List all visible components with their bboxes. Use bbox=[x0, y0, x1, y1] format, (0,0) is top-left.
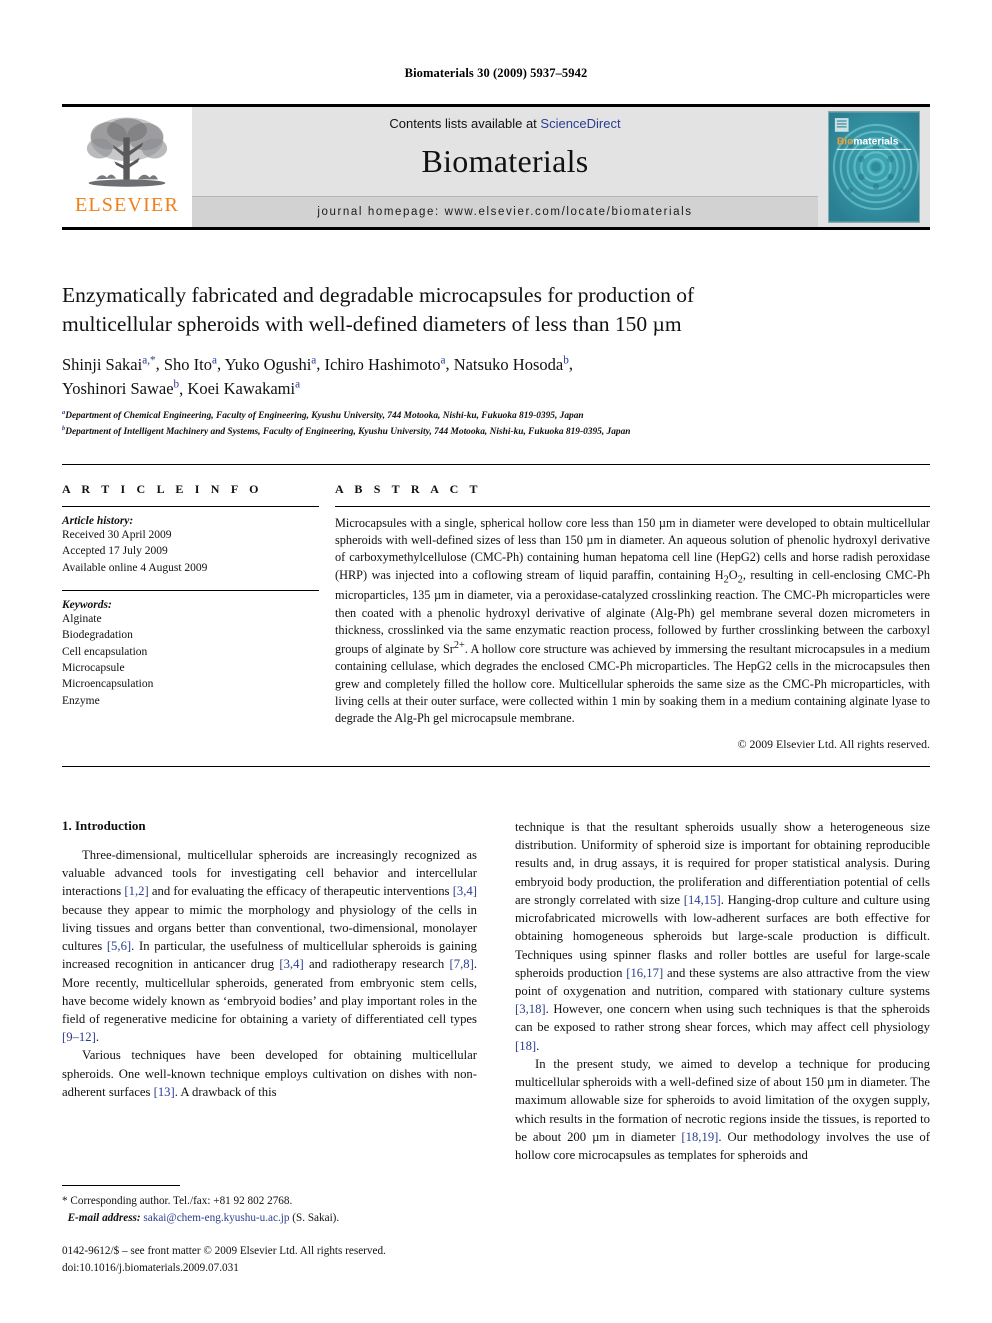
info-abstract-panel: A R T I C L E I N F O Article history: R… bbox=[62, 464, 930, 768]
elsevier-logo: ELSEVIER bbox=[62, 107, 192, 227]
footer-frontmatter: 0142-9612/$ – see front matter © 2009 El… bbox=[62, 1245, 386, 1257]
keyword-item: Microencapsulation bbox=[62, 678, 154, 691]
citation-7-8[interactable]: [7,8] bbox=[450, 957, 474, 971]
body-column-right: technique is that the resultant spheroid… bbox=[515, 818, 930, 1164]
footnote-corresponding-line: * Corresponding author. Tel./fax: +81 92… bbox=[62, 1195, 293, 1207]
citation-9-12[interactable]: [9–12] bbox=[62, 1030, 96, 1044]
article-history-received: Received 30 April 2009 bbox=[62, 529, 172, 541]
section-title-introduction: 1. Introduction bbox=[62, 818, 146, 833]
intro-paragraph-3: technique is that the resultant spheroid… bbox=[515, 820, 930, 1053]
paper-title: Enzymatically fabricated and degradable … bbox=[62, 281, 930, 338]
footnote-email-label: E-mail address: bbox=[67, 1211, 141, 1224]
intro-paragraph-2: Various techniques have been developed f… bbox=[62, 1048, 477, 1099]
contents-prefix: Contents lists available at bbox=[389, 116, 541, 131]
article-history-online: Available online 4 August 2009 bbox=[62, 561, 208, 574]
sciencedirect-link[interactable]: ScienceDirect bbox=[540, 116, 620, 131]
affiliations: aDepartment of Chemical Engineering, Fac… bbox=[62, 408, 930, 440]
body-columns: 1. Introduction Three-dimensional, multi… bbox=[62, 818, 930, 1164]
footnote-email-suffix: (S. Sakai). bbox=[292, 1211, 340, 1224]
citation-5-6[interactable]: [5,6] bbox=[107, 939, 131, 953]
title-block: Enzymatically fabricated and degradable … bbox=[62, 281, 930, 440]
author-list: Shinji Sakaia,*, Sho Itoa, Yuko Ogushia,… bbox=[62, 354, 573, 399]
citation-3-4[interactable]: [3,4] bbox=[279, 957, 303, 971]
abstract-column: A B S T R A C T Microcapsules with a sin… bbox=[335, 482, 930, 752]
intro-paragraph-1: Three-dimensional, multicellular spheroi… bbox=[62, 848, 477, 1045]
journal-homepage-bar[interactable]: journal homepage: www.elsevier.com/locat… bbox=[192, 196, 818, 227]
paper-title-line1: Enzymatically fabricated and degradable … bbox=[62, 283, 695, 307]
contents-available-line: Contents lists available at ScienceDirec… bbox=[389, 116, 620, 131]
footnote-email-link[interactable]: sakai@chem-eng.kyushu-u.ac.jp bbox=[143, 1212, 289, 1224]
abstract-heading: A B S T R A C T bbox=[335, 482, 482, 496]
abstract-text: Microcapsules with a single, spherical h… bbox=[335, 516, 931, 725]
footnote-divider bbox=[62, 1185, 180, 1186]
affiliation-b-text: Department of Intelligent Machinery and … bbox=[65, 426, 631, 437]
article-history-label: Article history: bbox=[62, 515, 134, 527]
citation-18-19[interactable]: [18,19] bbox=[681, 1130, 718, 1144]
abstract-copyright: © 2009 Elsevier Ltd. All rights reserved… bbox=[737, 737, 930, 752]
keywords-label: Keywords: bbox=[62, 598, 112, 611]
keyword-item: Alginate bbox=[62, 612, 102, 625]
citation-18[interactable]: [18] bbox=[515, 1039, 536, 1053]
page-footer: 0142-9612/$ – see front matter © 2009 El… bbox=[62, 1243, 930, 1277]
citation-1-2[interactable]: [1,2] bbox=[124, 884, 148, 898]
keyword-item: Cell encapsulation bbox=[62, 645, 148, 658]
svg-text:Biomaterials: Biomaterials bbox=[837, 137, 899, 148]
author-ichiro-hashimoto[interactable]: Ichiro Hashimotoa bbox=[325, 354, 446, 374]
article-info-heading: A R T I C L E I N F O bbox=[62, 482, 263, 496]
footer-doi[interactable]: doi:10.1016/j.biomaterials.2009.07.031 bbox=[62, 1260, 930, 1277]
article-page: Biomaterials 30 (2009) 5937–5942 ELSEVIE… bbox=[0, 0, 992, 1323]
affiliation-a: aDepartment of Chemical Engineering, Fac… bbox=[62, 408, 930, 424]
body-column-left: 1. Introduction Three-dimensional, multi… bbox=[62, 818, 477, 1164]
affiliation-b: bDepartment of Intelligent Machinery and… bbox=[62, 424, 930, 440]
journal-cover-image: Biomaterials bbox=[828, 111, 920, 223]
keywords-rule bbox=[62, 589, 319, 591]
journal-title: Biomaterials bbox=[421, 143, 589, 179]
running-head: Biomaterials 30 (2009) 5937–5942 bbox=[404, 66, 588, 80]
citation-16-17[interactable]: [16,17] bbox=[626, 966, 663, 980]
keyword-item: Enzyme bbox=[62, 694, 100, 707]
author-sho-ito[interactable]: Sho Itoa bbox=[164, 354, 217, 374]
footnote-email-line: E-mail address: sakai@chem-eng.kyushu-u.… bbox=[62, 1210, 477, 1227]
citation-13[interactable]: [13] bbox=[154, 1085, 175, 1099]
article-history-accepted: Accepted 17 July 2009 bbox=[62, 545, 168, 558]
abstract-rule bbox=[335, 506, 930, 507]
author-yuko-ogushi[interactable]: Yuko Ogushia bbox=[225, 354, 317, 374]
article-info-column: A R T I C L E I N F O Article history: R… bbox=[62, 482, 335, 752]
author-yoshinori-sawae[interactable]: Yoshinori Sawaeb bbox=[62, 379, 179, 399]
elsevier-wordmark: ELSEVIER bbox=[74, 194, 180, 216]
corresponding-author-footnote: * Corresponding author. Tel./fax: +81 92… bbox=[62, 1185, 477, 1226]
author-natsuko-hosoda[interactable]: Natsuko Hosodab bbox=[454, 354, 569, 374]
article-info-rule bbox=[62, 506, 319, 507]
intro-paragraph-4: In the present study, we aimed to develo… bbox=[515, 1056, 930, 1162]
elsevier-tree-icon bbox=[86, 117, 168, 187]
affiliation-a-text: Department of Chemical Engineering, Facu… bbox=[65, 411, 584, 422]
keyword-item: Microcapsule bbox=[62, 661, 125, 674]
journal-cover-thumbnail: Biomaterials bbox=[818, 107, 930, 227]
citation-3-4[interactable]: [3,4] bbox=[453, 884, 477, 898]
masthead-center: Contents lists available at ScienceDirec… bbox=[192, 107, 818, 227]
citation-3-18[interactable]: [3,18] bbox=[515, 1002, 546, 1016]
journal-homepage-text: journal homepage: www.elsevier.com/locat… bbox=[317, 206, 693, 218]
citation-14-15[interactable]: [14,15] bbox=[684, 893, 721, 907]
keyword-item: Biodegradation bbox=[62, 629, 133, 642]
paper-title-line2: multicellular spheroids with well-define… bbox=[62, 311, 682, 336]
journal-masthead: ELSEVIER Contents lists available at Sci… bbox=[62, 104, 930, 230]
author-koei-kawakami[interactable]: Koei Kawakamia bbox=[187, 379, 300, 399]
author-shinji-sakai[interactable]: Shinji Sakaia,* bbox=[62, 354, 156, 374]
